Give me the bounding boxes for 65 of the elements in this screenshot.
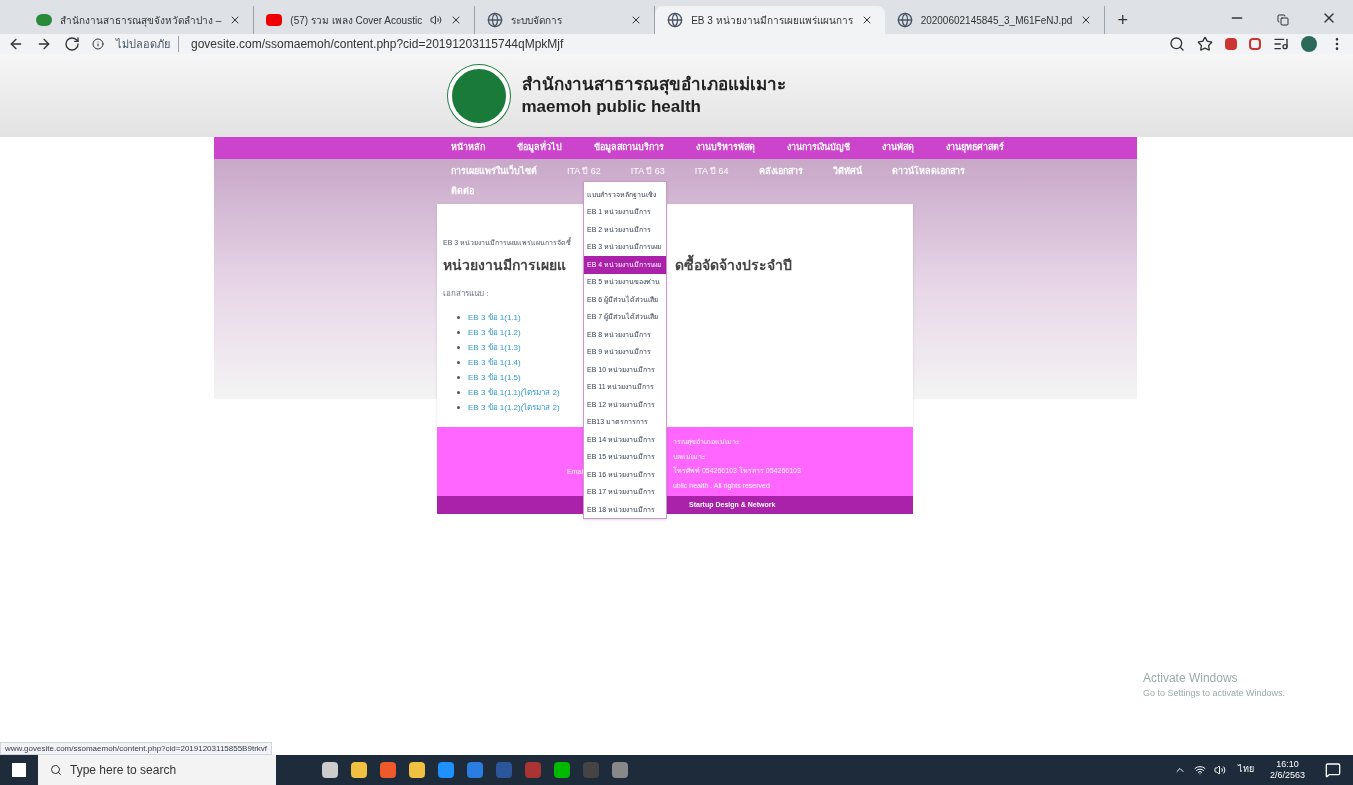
activation-title: Activate Windows <box>1142 669 1239 687</box>
tab-title: สำนักงานสาธารณสุขจังหวัดลำปาง – <box>60 13 222 28</box>
search-icon <box>50 764 62 776</box>
new-tab-button[interactable]: + <box>1105 6 1140 34</box>
bullet-icon <box>457 331 460 334</box>
video-icon <box>266 14 283 26</box>
taskbar-app-icon[interactable] <box>351 762 367 778</box>
taskbar-app-icon[interactable] <box>438 762 454 778</box>
menu-item[interactable]: ข้อมูลทั่วไป <box>517 141 562 155</box>
extension-icon[interactable] <box>1225 38 1237 50</box>
clock-date[interactable]: 2/6/2563 <box>1269 770 1305 782</box>
bullet-icon <box>457 406 460 409</box>
menu-item[interactable]: งานบริหารพัสดุ <box>696 141 755 155</box>
security-label[interactable]: ไม่ปลอดภัย <box>116 35 179 53</box>
clock-time[interactable]: 16:10 <box>1276 758 1299 770</box>
taskbar-app-icon[interactable] <box>409 762 425 778</box>
speaker-icon <box>430 14 443 26</box>
zoom-icon[interactable] <box>1169 36 1185 52</box>
taskbar-app-icon[interactable] <box>467 762 483 778</box>
tab-title: 20200602145845_3_M61FeNJ.pd <box>920 13 1073 28</box>
avatar-icon[interactable] <box>1301 36 1317 52</box>
language-label[interactable]: ไทย <box>1237 763 1254 777</box>
menu-item[interactable]: หน้าหลัก <box>451 141 485 155</box>
network-icon[interactable] <box>1193 764 1206 776</box>
status-url: www.govesite.com/ssomaemoh/content.php?cid=20191203115855B9trkvf <box>0 742 272 755</box>
reload-icon[interactable] <box>64 36 80 52</box>
globe-icon <box>667 12 684 28</box>
media-icon[interactable] <box>1273 36 1289 52</box>
tab-title: (57) รวม เพลง Cover Acoustic <box>290 13 423 28</box>
page-heading: หน่วยงานมีการเผยแ <box>443 255 567 275</box>
bullet-icon <box>457 316 460 319</box>
speaker-icon[interactable] <box>1213 764 1226 776</box>
site-icon <box>36 14 52 26</box>
browser-tab[interactable]: EB 3 หน่วยงานมีการเผยแพร่แผนการ <box>655 6 885 34</box>
activation-text: Go to Settings to activate Windows. <box>1142 686 1285 700</box>
bullet-icon <box>457 361 460 364</box>
taskbar-app-icon[interactable] <box>612 762 628 778</box>
bullet-icon <box>457 376 460 379</box>
info-icon[interactable] <box>92 38 104 50</box>
menu-item[interactable]: งานยุทธศาสตร์ <box>946 141 1004 155</box>
star-icon[interactable] <box>1197 36 1213 52</box>
notification-icon[interactable] <box>1325 762 1341 778</box>
taskbar-app-icon[interactable] <box>554 762 570 778</box>
globe-icon <box>487 12 504 28</box>
taskbar-app-icon[interactable] <box>380 762 396 778</box>
menu-item[interactable]: งานพัสดุ <box>882 141 914 155</box>
site-subtitle: maemoh public health <box>521 95 702 117</box>
restore-icon[interactable] <box>1277 14 1289 26</box>
search-field[interactable]: Type here to search <box>38 755 276 785</box>
address-field[interactable]: govesite.com/ssomaemoh/content.php?cid=20191203115744qMpkMjf <box>191 35 1157 53</box>
bullet-icon <box>457 391 460 394</box>
tab-title: ระบบจัดการ <box>511 13 564 28</box>
forward-icon[interactable] <box>36 36 52 52</box>
start-icon[interactable] <box>12 763 26 777</box>
attachments-label: เอกสารแนบ : <box>443 287 489 300</box>
back-icon[interactable] <box>8 36 24 52</box>
tab-title: EB 3 หน่วยงานมีการเผยแพร่แผนการ <box>691 13 853 28</box>
globe-icon <box>896 12 913 28</box>
menu-item[interactable]: งานการเงินบัญชี <box>787 141 850 155</box>
menu-item[interactable]: ข้อมูลสถานบริการ <box>594 141 664 155</box>
extension-icon[interactable] <box>1249 38 1261 50</box>
page-heading: ดซื้อจัดจ้างประจำปี <box>675 254 792 275</box>
taskbar-app-icon[interactable] <box>322 762 338 778</box>
bullet-icon <box>457 346 460 349</box>
site-title: สำนักงานสาธารณสุขอำเภอแม่เมาะ <box>521 74 786 96</box>
